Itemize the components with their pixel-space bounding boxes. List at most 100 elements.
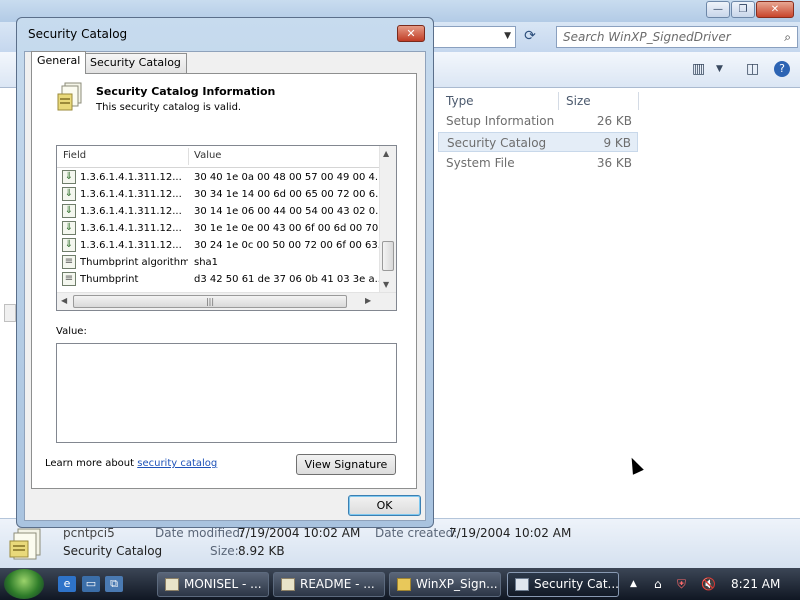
explorer-caption-buttons: — ❐ ✕ (705, 1, 794, 18)
property-icon: ≡ (62, 272, 76, 286)
taskbar-item-security-catalog[interactable]: Security Cat... (507, 572, 619, 597)
details-file-type: Security Catalog (63, 544, 163, 558)
column-header-field[interactable]: Field (63, 150, 86, 161)
taskbar-item-label: WinXP_Sign... (416, 577, 498, 591)
button-label: OK (376, 499, 393, 512)
value-textbox[interactable] (56, 343, 397, 443)
file-row[interactable]: Setup Information 26 KB (438, 111, 638, 131)
start-button[interactable] (4, 569, 44, 599)
file-size: 26 KB (596, 114, 632, 128)
minimize-button[interactable]: — (706, 1, 730, 18)
download-ext-icon: ⇓ (62, 204, 76, 218)
ok-button[interactable]: OK (348, 495, 421, 516)
vertical-scrollbar[interactable]: ▲ ▼ (379, 146, 396, 293)
download-ext-icon: ⇓ (62, 238, 76, 252)
horizontal-scrollbar[interactable]: ◀ ||| ▶ (57, 292, 396, 310)
close-icon: ✕ (406, 27, 416, 40)
column-separator[interactable] (638, 92, 639, 110)
taskbar-item-folder[interactable]: WinXP_Sign... (389, 572, 501, 597)
list-item[interactable]: ≡ Thumbprint d3 42 50 61 de 37 06 0b 41 … (57, 271, 380, 288)
file-size: 9 KB (603, 136, 631, 150)
refresh-icon[interactable]: ⟳ (518, 26, 542, 48)
property-icon: ≡ (62, 255, 76, 269)
info-subtitle: This security catalog is valid. (96, 102, 242, 113)
show-desktop-icon[interactable]: ▭ (82, 576, 100, 592)
scroll-thumb[interactable] (382, 241, 394, 271)
tab-security-catalog[interactable]: Security Catalog (84, 53, 187, 73)
taskbar: e ▭ ⧉ MONISEL - ... README - ... WinXP_S… (0, 568, 800, 600)
value-label: Value: (56, 326, 87, 337)
file-row-selected[interactable]: Security Catalog 9 KB (438, 132, 638, 152)
clock[interactable]: 8:21 AM (731, 577, 780, 591)
help-icon[interactable]: ? (774, 61, 790, 77)
views-icon[interactable]: ▥ (692, 61, 705, 77)
file-row[interactable]: System File 36 KB (438, 153, 638, 173)
info-title: Security Catalog Information (96, 85, 276, 98)
field-name: 1.3.6.1.4.1.311.12... (80, 189, 182, 200)
view-signature-button[interactable]: View Signature (296, 454, 396, 475)
download-ext-icon: ⇓ (62, 187, 76, 201)
field-value: 30 40 1e 0a 00 48 00 57 00 49 00 4... (194, 172, 380, 183)
security-alert-icon[interactable]: ⛨ (677, 577, 686, 592)
chevron-down-icon[interactable]: ▼ (504, 31, 511, 41)
file-type: Security Catalog (447, 136, 547, 150)
fields-list[interactable]: Field Value ⇓ 1.3.6.1.4.1.311.12... 30 4… (56, 145, 397, 311)
field-value: sha1 (194, 257, 219, 268)
list-item[interactable]: ⇓ 1.3.6.1.4.1.311.12... 30 34 1e 14 00 6… (57, 186, 380, 203)
column-separator[interactable] (188, 148, 189, 165)
search-placeholder: Search WinXP_SignedDriver (563, 30, 731, 44)
search-input[interactable]: Search WinXP_SignedDriver ⌕ (556, 26, 798, 48)
date-created-value: 7/19/2004 10:02 AM (449, 526, 572, 540)
tab-label: Security Catalog (90, 56, 181, 69)
switch-windows-icon[interactable]: ⧉ (105, 576, 123, 592)
field-value: 30 34 1e 14 00 6d 00 65 00 72 00 6... (194, 189, 380, 200)
internet-explorer-icon[interactable]: e (58, 576, 76, 592)
taskbar-item-label: README - ... (300, 577, 375, 591)
search-icon[interactable]: ⌕ (784, 27, 791, 47)
date-modified-label: Date modified: (155, 526, 245, 540)
close-button[interactable]: ✕ (397, 25, 425, 42)
network-icon[interactable]: ⌂ (654, 577, 662, 591)
column-header-value[interactable]: Value (194, 150, 221, 161)
column-header-size[interactable]: Size (566, 91, 591, 111)
dialog-body: General Security Catalog Security Catalo… (24, 51, 426, 521)
scroll-thumb[interactable]: ||| (73, 295, 347, 308)
scroll-right-icon[interactable]: ▶ (365, 296, 371, 305)
volume-muted-icon[interactable]: 🔇 (701, 577, 716, 591)
taskbar-item-monisel[interactable]: MONISEL - ... (157, 572, 269, 597)
file-type: System File (446, 156, 515, 170)
list-item[interactable]: ⇓ 1.3.6.1.4.1.311.12... 30 40 1e 0a 00 4… (57, 169, 380, 186)
security-catalog-link[interactable]: security catalog (137, 458, 217, 469)
column-separator[interactable] (558, 92, 559, 110)
list-item[interactable]: ≡ Thumbprint algorithm sha1 (57, 254, 380, 271)
taskbar-item-readme[interactable]: README - ... (273, 572, 385, 597)
catalog-file-icon (9, 528, 41, 560)
tab-label: General (37, 54, 81, 67)
field-value: 30 14 1e 06 00 44 00 54 00 43 02 0... (194, 206, 380, 217)
file-type: Setup Information (446, 114, 555, 128)
field-name: 1.3.6.1.4.1.311.12... (80, 206, 182, 217)
show-hidden-icons-icon[interactable]: ▲ (630, 579, 637, 589)
field-value: 30 1e 1e 0e 00 43 00 6f 00 6d 00 70... (194, 223, 380, 234)
scroll-down-icon[interactable]: ▼ (383, 280, 389, 289)
date-modified-value: 7/19/2004 10:02 AM (238, 526, 361, 540)
learn-more-text: Learn more about security catalog (45, 458, 217, 469)
field-name: 1.3.6.1.4.1.311.12... (80, 240, 182, 251)
preview-pane-icon[interactable]: ◫ (746, 61, 759, 77)
details-filename: pcntpci5 (63, 526, 115, 540)
catalog-window-icon (515, 578, 529, 591)
tab-general[interactable]: General (31, 51, 87, 74)
maximize-button[interactable]: ❐ (731, 1, 755, 18)
list-item[interactable]: ⇓ 1.3.6.1.4.1.311.12... 30 24 1e 0c 00 5… (57, 237, 380, 254)
views-dropdown-icon[interactable]: ▼ (716, 64, 723, 74)
list-item[interactable]: ⇓ 1.3.6.1.4.1.311.12... 30 14 1e 06 00 4… (57, 203, 380, 220)
scroll-left-icon[interactable]: ◀ (61, 296, 67, 305)
address-bar[interactable]: ▼ (430, 26, 516, 48)
list-item[interactable]: ⇓ 1.3.6.1.4.1.311.12... 30 1e 1e 0e 00 4… (57, 220, 380, 237)
explorer-close-button[interactable]: ✕ (756, 1, 794, 18)
file-list: Type Size Setup Information 26 KB Securi… (438, 88, 800, 518)
field-name: 1.3.6.1.4.1.311.12... (80, 172, 182, 183)
scroll-up-icon[interactable]: ▲ (383, 149, 389, 158)
taskbar-item-label: Security Cat... (534, 577, 619, 591)
column-header-type[interactable]: Type (446, 91, 474, 111)
